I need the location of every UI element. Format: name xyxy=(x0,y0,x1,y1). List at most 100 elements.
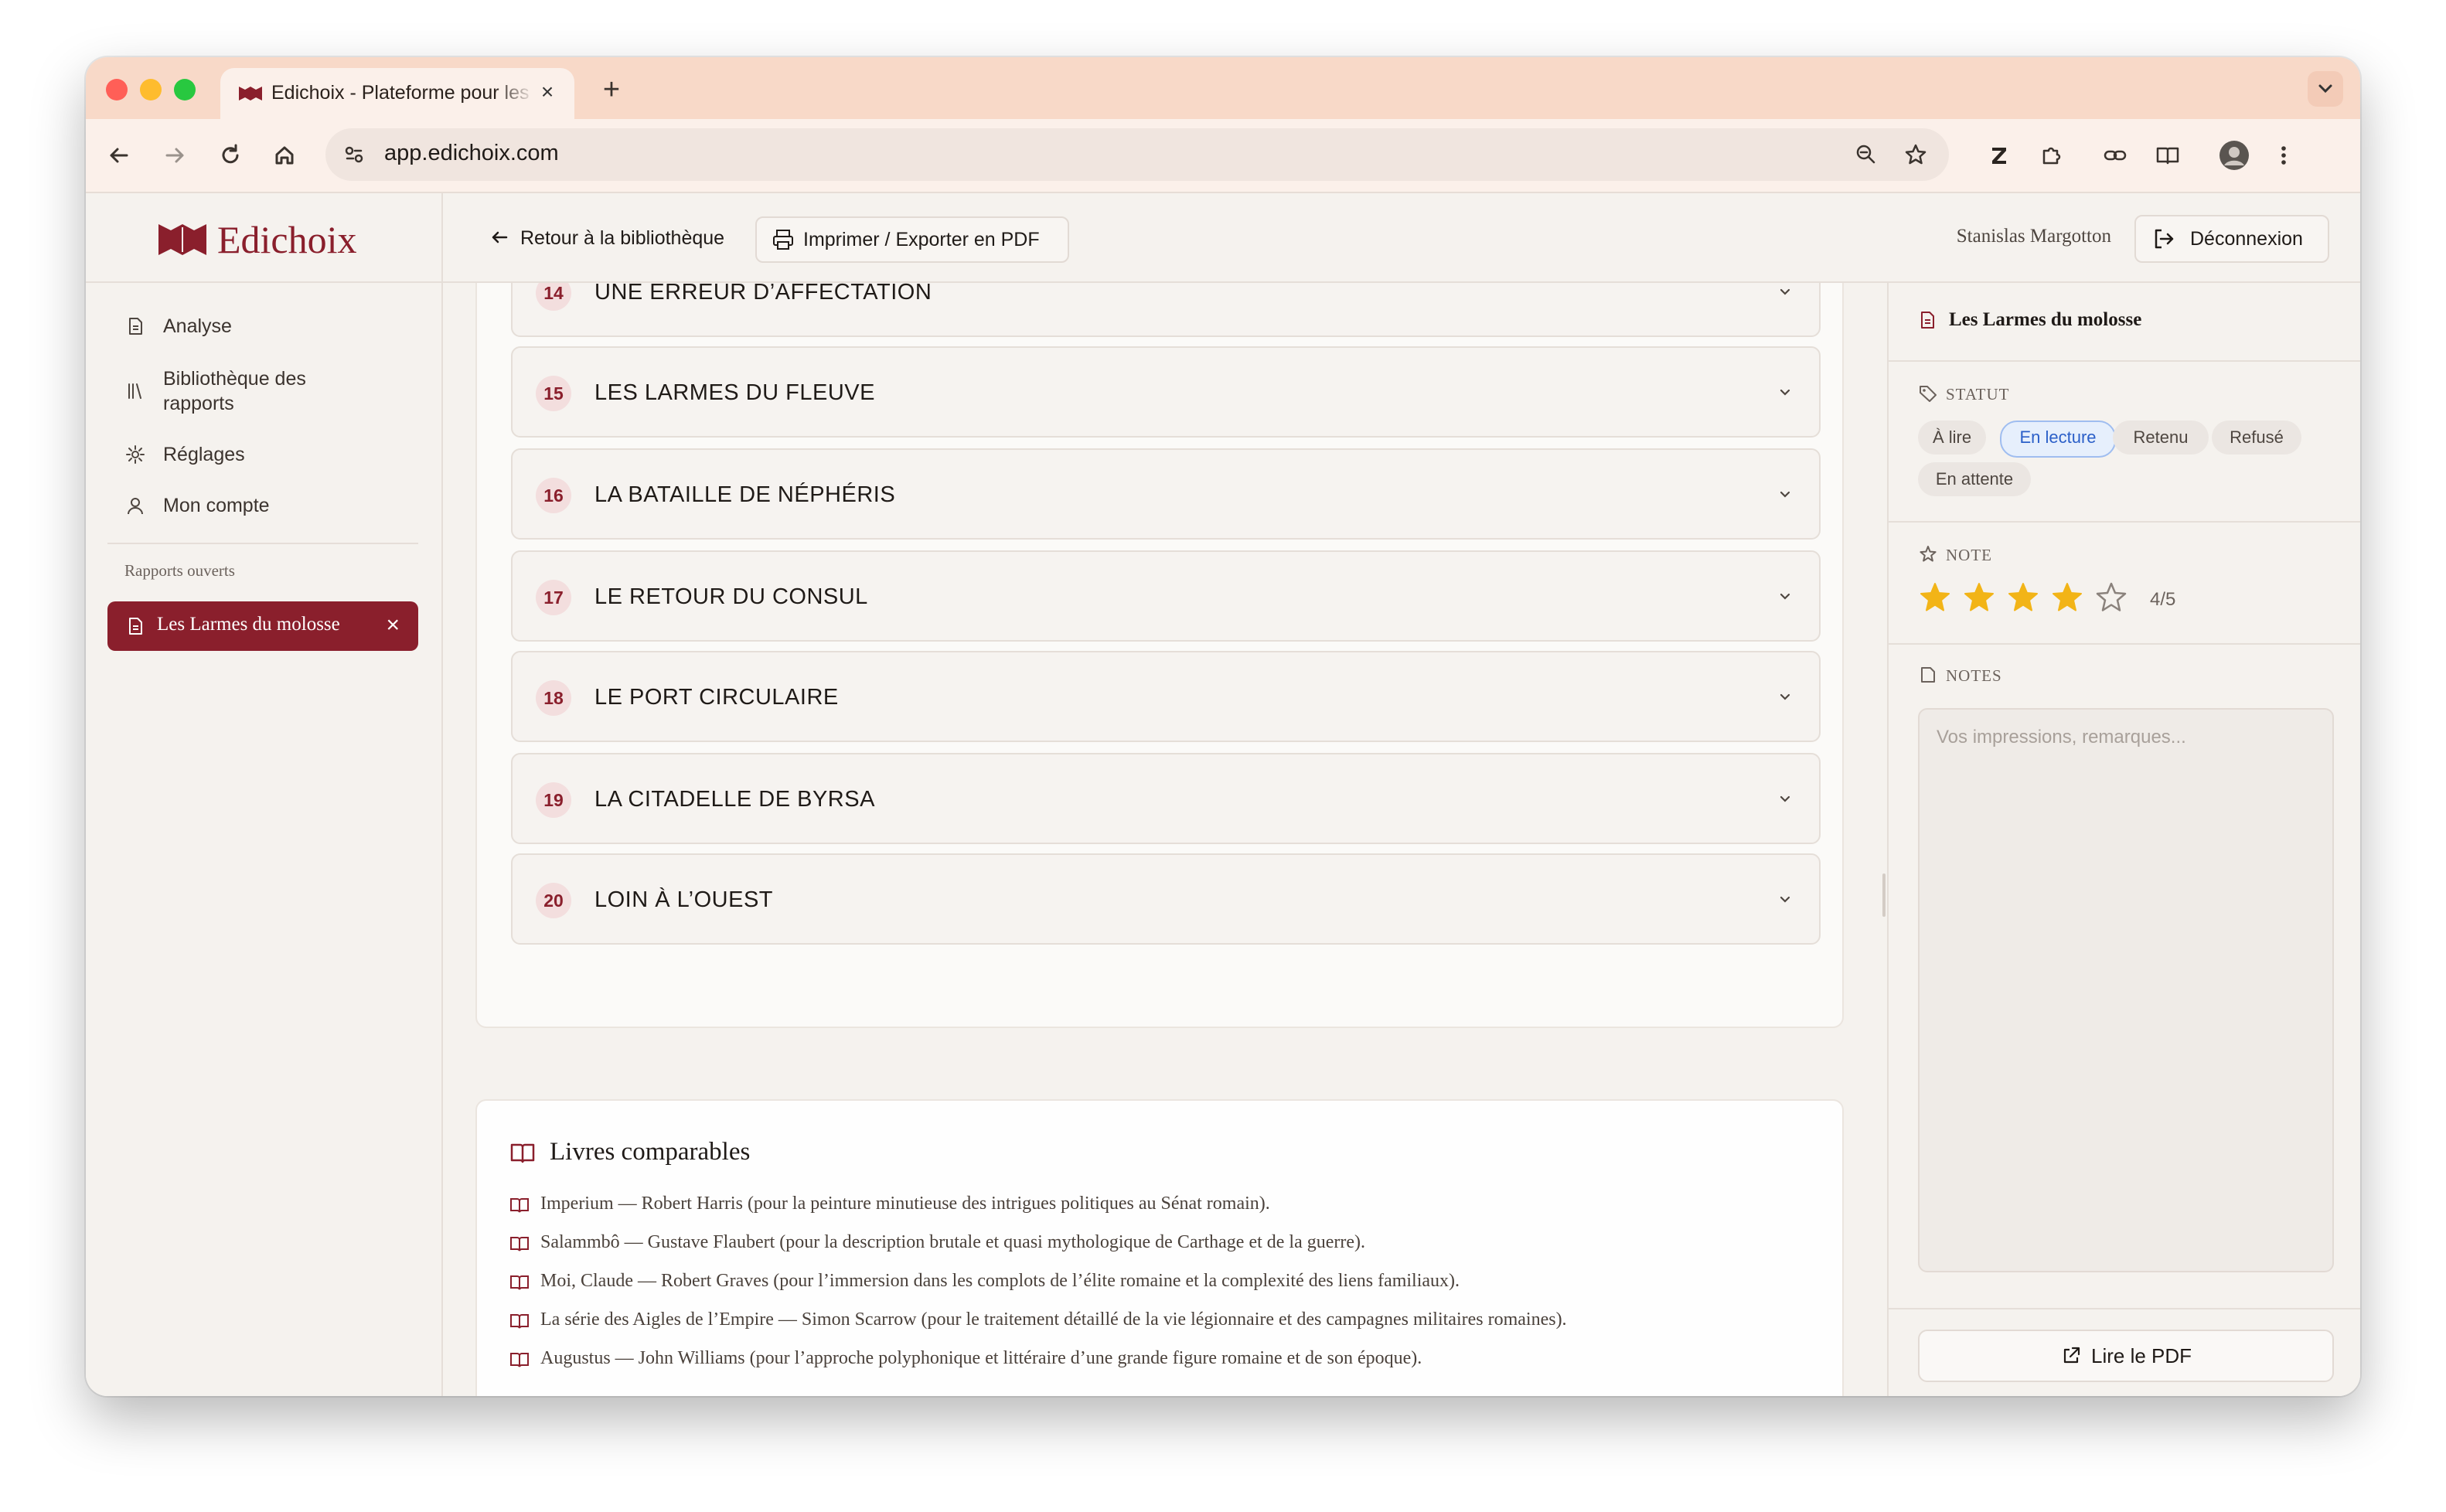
panel-resize-handle[interactable] xyxy=(1882,873,1886,917)
logout-label: Déconnexion xyxy=(2190,228,2303,250)
sidebar-divider xyxy=(86,281,441,283)
brand-logo[interactable]: Edichoix xyxy=(157,216,381,263)
status-chip-refuse[interactable]: Refusé xyxy=(2212,421,2301,455)
reload-icon[interactable] xyxy=(213,138,248,173)
reading-mode-icon[interactable] xyxy=(2150,138,2185,173)
sidebar-item-label: Bibliothèque des rapports xyxy=(163,368,306,414)
url-text: app.edichoix.com xyxy=(384,141,559,165)
tag-icon xyxy=(1920,386,1937,402)
link-icon[interactable] xyxy=(2097,138,2133,173)
chevron-down-icon xyxy=(1780,896,1790,903)
forward-arrow-icon[interactable] xyxy=(157,138,192,173)
report-side-panel: Les Larmes du molosse STATUT À lire En l… xyxy=(1887,283,2360,1396)
new-tab-button[interactable]: + xyxy=(596,74,627,105)
chapter-title: LOIN À L’OUEST xyxy=(594,887,774,912)
open-report-label: Les Larmes du molosse xyxy=(157,614,340,635)
chapter-accordion[interactable]: 20 LOIN À L’OUEST xyxy=(511,853,1821,945)
chevron-down-icon xyxy=(1780,693,1790,700)
comparable-books-card: Livres comparables Imperium — Robert Har… xyxy=(475,1099,1844,1396)
report-title-section: Les Larmes du molosse xyxy=(1889,283,2360,362)
sidebar-item-label: Réglages xyxy=(163,444,245,465)
chapter-title: LA BATAILLE DE NÉPHÉRIS xyxy=(594,482,896,507)
chapter-number: 17 xyxy=(536,580,571,615)
rating-section: NOTE 4/5 xyxy=(1889,523,2360,645)
zotero-extension-icon[interactable] xyxy=(1981,138,2017,173)
tab-search-button[interactable] xyxy=(2308,71,2343,107)
comparable-book-text: Salammbô — Gustave Flaubert (pour la des… xyxy=(540,1232,1366,1252)
chapter-title: LES LARMES DU FLEUVE xyxy=(594,380,875,405)
chapter-number: 20 xyxy=(536,883,571,918)
read-pdf-button[interactable]: Lire le PDF xyxy=(1918,1330,2334,1382)
chevron-down-icon xyxy=(1780,288,1790,295)
tab-title: Edichoix - Plateforme pour les éditeurs xyxy=(271,82,534,104)
chapters-card: 14 UNE ERREUR D’AFFECTATION 15 LES LARME… xyxy=(475,283,1844,1028)
chapter-title: LE PORT CIRCULAIRE xyxy=(594,685,839,710)
print-export-button[interactable]: Imprimer / Exporter en PDF xyxy=(755,216,1069,263)
extensions-puzzle-icon[interactable] xyxy=(2034,138,2070,173)
chevron-down-icon xyxy=(1780,389,1790,396)
profile-avatar-icon[interactable] xyxy=(2216,138,2252,173)
star-rating[interactable] xyxy=(1916,580,2148,617)
close-report-icon[interactable]: × xyxy=(386,612,400,639)
comparable-book-text: Imperium — Robert Harris (pour la peintu… xyxy=(540,1194,1270,1214)
zoom-icon[interactable] xyxy=(1848,137,1884,172)
zoom-window-button[interactable] xyxy=(174,79,196,100)
arrow-left-icon xyxy=(492,231,508,243)
chapter-number: 19 xyxy=(536,782,571,818)
chapter-accordion[interactable]: 18 LE PORT CIRCULAIRE xyxy=(511,651,1821,742)
edichoix-logo-icon xyxy=(158,224,206,255)
star-empty-icon[interactable] xyxy=(2093,580,2130,617)
logout-button[interactable]: Déconnexion xyxy=(2134,215,2329,263)
star-outline-icon xyxy=(1920,546,1937,562)
chevron-down-icon xyxy=(1780,593,1790,600)
browser-tab[interactable]: Edichoix - Plateforme pour les éditeurs … xyxy=(220,68,574,119)
close-window-button[interactable] xyxy=(106,79,128,100)
app-header: Retour à la bibliothèque Imprimer / Expo… xyxy=(443,193,2360,283)
notes-textarea[interactable]: Vos impressions, remarques... xyxy=(1918,708,2334,1272)
chapter-accordion[interactable]: 17 LE RETOUR DU CONSUL xyxy=(511,550,1821,642)
close-tab-icon[interactable]: × xyxy=(536,80,559,104)
book-icon xyxy=(510,1198,529,1213)
tab-bar: Edichoix - Plateforme pour les éditeurs … xyxy=(86,57,2360,119)
user-icon xyxy=(128,498,143,515)
chevron-down-icon xyxy=(2318,84,2332,94)
chapter-accordion[interactable]: 14 UNE ERREUR D’AFFECTATION xyxy=(511,283,1821,337)
notes-placeholder: Vos impressions, remarques... xyxy=(1937,727,2186,747)
main-content: 14 UNE ERREUR D’AFFECTATION 15 LES LARME… xyxy=(443,283,1958,1396)
star-filled-icon[interactable] xyxy=(2005,580,2042,617)
open-book-icon xyxy=(510,1143,535,1163)
bookmark-star-icon[interactable] xyxy=(1898,137,1933,172)
site-settings-icon[interactable] xyxy=(336,137,372,172)
chapter-title: LA CITADELLE DE BYRSA xyxy=(594,787,875,812)
external-link-icon xyxy=(2063,1347,2080,1364)
status-section: STATUT À lire En lecture Retenu Refusé E… xyxy=(1889,362,2360,523)
home-icon[interactable] xyxy=(267,138,302,173)
minimize-window-button[interactable] xyxy=(140,79,162,100)
chapter-accordion[interactable]: 16 LA BATAILLE DE NÉPHÉRIS xyxy=(511,448,1821,540)
status-chip-a-lire[interactable]: À lire xyxy=(1918,421,1986,455)
open-report-item[interactable]: Les Larmes du molosse × xyxy=(107,601,418,651)
rating-value: 4/5 xyxy=(2150,589,2176,610)
print-label: Imprimer / Exporter en PDF xyxy=(803,229,1040,250)
chapter-accordion[interactable]: 15 LES LARMES DU FLEUVE xyxy=(511,346,1821,438)
app-root: Edichoix Analyse Bibliothèque des rappor… xyxy=(86,193,2360,1396)
comparable-book-text: Augustus — John Williams (pour l’approch… xyxy=(540,1348,1422,1368)
star-filled-icon[interactable] xyxy=(1961,580,1998,617)
browser-window: Edichoix - Plateforme pour les éditeurs … xyxy=(86,57,2360,1396)
document-icon xyxy=(129,618,142,635)
star-filled-icon[interactable] xyxy=(2049,580,2086,617)
status-chip-en-attente[interactable]: En attente xyxy=(1918,462,2031,496)
status-chip-retenu[interactable]: Retenu xyxy=(2113,421,2209,455)
browser-menu-icon[interactable] xyxy=(2266,138,2301,173)
sidebar-divider xyxy=(107,543,418,544)
star-filled-icon[interactable] xyxy=(1916,580,1954,617)
document-icon xyxy=(129,318,142,335)
chapter-accordion[interactable]: 19 LA CITADELLE DE BYRSA xyxy=(511,753,1821,844)
status-chip-en-lecture[interactable]: En lecture xyxy=(2000,421,2116,458)
chevron-down-icon xyxy=(1780,795,1790,802)
comparable-book-text: La série des Aigles de l’Empire — Simon … xyxy=(540,1309,1567,1330)
chapter-title: LE RETOUR DU CONSUL xyxy=(594,584,868,609)
address-bar[interactable]: app.edichoix.com xyxy=(325,128,1949,181)
book-icon xyxy=(510,1237,529,1251)
back-arrow-icon[interactable] xyxy=(101,138,137,173)
